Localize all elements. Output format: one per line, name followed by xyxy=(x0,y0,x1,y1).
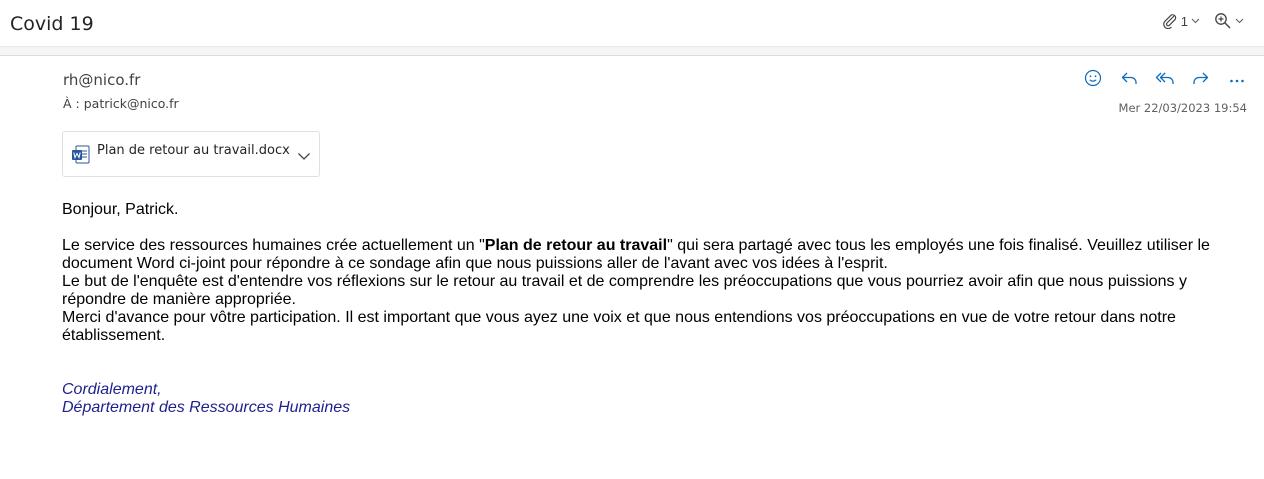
greeting: Bonjour, Patrick. xyxy=(62,201,179,218)
body-paragraph-3: Merci d'avance pour vôtre participation.… xyxy=(62,309,1176,344)
signature: Cordialement, Département des Ressources… xyxy=(62,381,350,417)
sender-address[interactable]: rh@nico.fr xyxy=(63,71,140,89)
chevron-down-icon xyxy=(1235,18,1244,24)
subject-bar: Covid 19 1 xyxy=(0,0,1264,46)
recipient-line: À : patrick@nico.fr xyxy=(63,96,179,111)
body-paragraph-1: Le service des ressources humaines crée … xyxy=(62,237,1232,273)
more-icon xyxy=(1229,71,1245,89)
more-actions-button[interactable] xyxy=(1226,70,1248,90)
bold-title: Plan de retour au travail xyxy=(484,237,668,254)
recipient-address[interactable]: patrick@nico.fr xyxy=(84,96,179,111)
emoji-icon xyxy=(1084,69,1102,92)
reply-all-icon xyxy=(1155,70,1175,91)
emoji-button[interactable] xyxy=(1082,69,1104,92)
top-tools: 1 xyxy=(1162,12,1244,30)
zoom-icon xyxy=(1214,12,1232,30)
body-text: Le service des ressources humaines crée … xyxy=(62,237,485,254)
reply-all-button[interactable] xyxy=(1154,70,1176,90)
reply-icon xyxy=(1120,70,1138,91)
sent-date: Mer 22/03/2023 19:54 xyxy=(1118,101,1247,115)
forward-icon xyxy=(1192,70,1210,91)
attachment-card[interactable]: Plan de retour au travail.docx xyxy=(62,131,320,177)
chevron-down-icon xyxy=(1191,18,1200,24)
message-actions xyxy=(1082,69,1248,92)
signature-department: Département des Ressources Humaines xyxy=(62,399,351,416)
forward-button[interactable] xyxy=(1190,70,1212,90)
to-label: À : xyxy=(63,96,80,111)
attachment-name: Plan de retour au travail.docx xyxy=(97,143,290,158)
word-doc-icon xyxy=(71,145,91,170)
header-divider xyxy=(0,46,1264,56)
reply-button[interactable] xyxy=(1118,70,1140,90)
message-body: Bonjour, Patrick. Le service des ressour… xyxy=(62,201,1232,345)
attachment-count: 1 xyxy=(1180,13,1188,29)
chevron-down-icon[interactable] xyxy=(297,148,311,166)
zoom-button[interactable] xyxy=(1214,12,1244,30)
signature-closing: Cordialement, xyxy=(62,381,162,398)
paperclip-icon xyxy=(1162,13,1178,29)
body-paragraph-2: Le but de l'enquête est d'entendre vos r… xyxy=(62,273,1187,308)
attachments-button[interactable]: 1 xyxy=(1162,13,1200,29)
email-subject: Covid 19 xyxy=(10,13,94,35)
